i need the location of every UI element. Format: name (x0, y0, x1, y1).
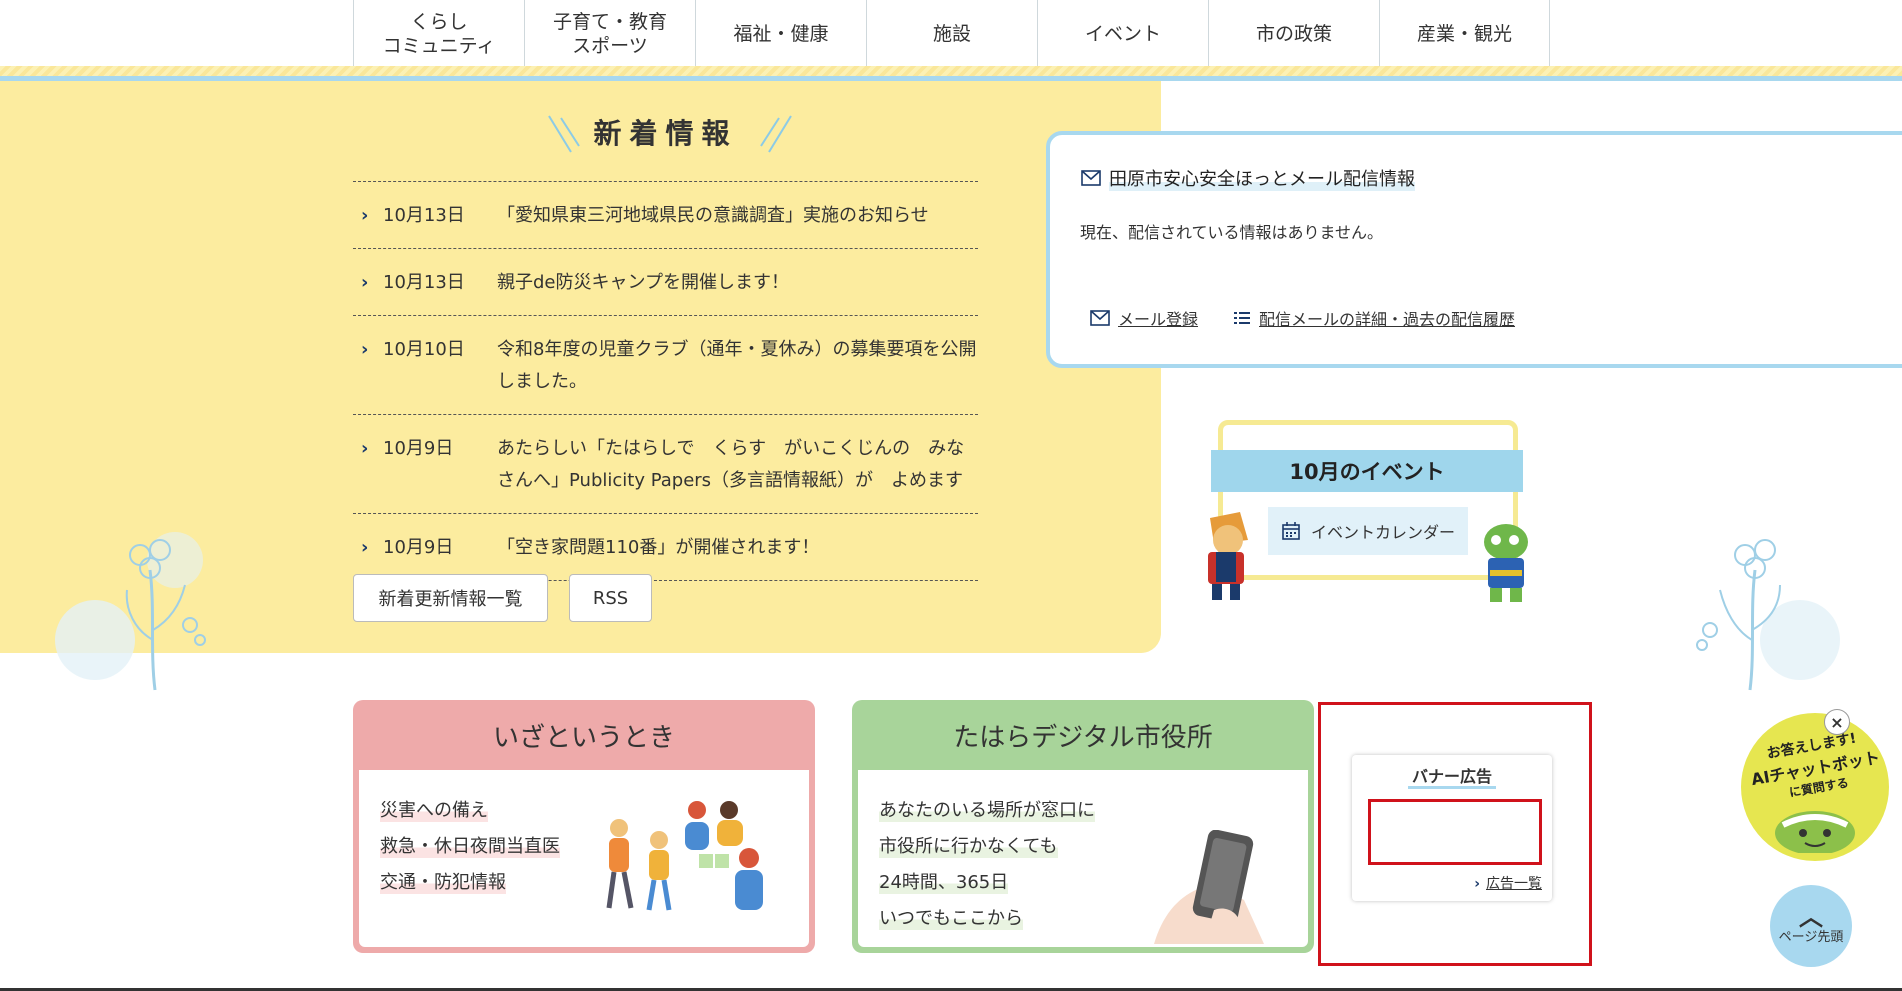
news-item[interactable]: › 10月9日 「空き家問題110番」が開催されます！ (353, 514, 978, 581)
news-item[interactable]: › 10月13日 親子de防災キャンプを開催します！ (353, 249, 978, 316)
chevron-right-icon: › (361, 438, 369, 459)
emergency-link-night-doctor[interactable]: 救急・休日夜間当直医 (380, 832, 560, 858)
banner-list-label: 広告一覧 (1486, 876, 1542, 892)
flower-decoration-left (55, 532, 206, 691)
chevron-up-icon: ︿ (1799, 902, 1823, 931)
mail-status-text: 現在、配信されている情報はありません。 (1080, 223, 1384, 242)
banner-ad-title: バナー広告 (1352, 763, 1552, 789)
title-accent-right-icon (760, 115, 792, 153)
digital-city-hall-card[interactable]: たはらデジタル市役所 あなたのいる場所が窓口に 市役所に行かなくても 24時間、… (852, 700, 1314, 953)
news-date: 10月10日 (383, 339, 465, 360)
mail-info-title-text: 田原市安心安全ほっとメール配信情報 (1109, 165, 1415, 191)
nav-label: 子育て・教育 (552, 11, 667, 33)
news-date: 10月9日 (383, 537, 454, 558)
flower-decoration-right (1696, 539, 1840, 691)
mail-register-link[interactable]: メール登録 (1090, 306, 1198, 330)
digital-line: あなたのいる場所が窓口に (879, 796, 1095, 822)
nav-item-living[interactable]: くらし コミュニティ (353, 0, 524, 68)
news-title: 新着情報 (593, 117, 738, 150)
nav-stripe-band (0, 66, 1902, 76)
emergency-card-body: 災害への備え 救急・休日夜間当直医 交通・防犯情報 (359, 770, 809, 947)
news-link[interactable]: あたらしい「たはらしで くらす がいこくじんの みなさんへ」Publicity … (497, 433, 978, 497)
nav-label: 施設 (932, 23, 971, 45)
nav-item-welfare[interactable]: 福祉・健康 (695, 0, 866, 68)
emergency-link-disaster[interactable]: 災害への備え (380, 796, 488, 822)
news-link[interactable]: 「愛知県東三河地域県民の意識調査」実施のお知らせ (497, 200, 978, 232)
nav-label: スポーツ (572, 35, 648, 57)
news-item[interactable]: › 10月10日 令和8年度の児童クラブ（通年・夏休み）の募集要項を公開しました… (353, 316, 978, 415)
digital-line: 市役所に行かなくても (879, 832, 1058, 858)
news-item[interactable]: › 10月13日 「愛知県東三河地域県民の意識調査」実施のお知らせ (353, 182, 978, 249)
mail-history-link[interactable]: 配信メールの詳細・過去の配信履歴 (1233, 306, 1515, 330)
event-box (1218, 420, 1518, 580)
smartphone-hand-illustration (1154, 830, 1264, 944)
page-top-button[interactable]: ︿ ページ先頭 (1770, 885, 1852, 967)
news-link[interactable]: 令和8年度の児童クラブ（通年・夏休み）の募集要項を公開しました。 (497, 334, 978, 398)
chevron-right-icon: › (361, 272, 369, 293)
nav-label: コミュニティ (382, 35, 496, 57)
chevron-right-icon: › (1474, 876, 1480, 892)
banner-ad-box: バナー広告 › 広告一覧 (1352, 755, 1552, 901)
nav-item-childcare[interactable]: 子育て・教育 スポーツ (524, 0, 695, 68)
digital-line: いつでもここから (879, 904, 1023, 930)
emergency-link-traffic[interactable]: 交通・防犯情報 (380, 868, 506, 894)
banner-ad-slot[interactable] (1368, 799, 1542, 865)
nav-label: 市の政策 (1255, 23, 1332, 45)
nav-label: くらし (410, 11, 468, 33)
nav-item-policy[interactable]: 市の政策 (1208, 0, 1379, 68)
nav-item-industry[interactable]: 産業・観光 (1379, 0, 1550, 68)
chevron-right-icon: › (361, 205, 369, 226)
digital-line: 24時間、365日 (879, 868, 1009, 894)
cabbage-mascot-icon (1775, 811, 1855, 853)
mail-register-label: メール登録 (1118, 310, 1199, 329)
rss-button[interactable]: RSS (569, 574, 652, 622)
news-list-button[interactable]: 新着更新情報一覧 (353, 574, 548, 622)
nav-item-facilities[interactable]: 施設 (866, 0, 1037, 68)
calendar-icon (1282, 522, 1300, 540)
nav-label: イベント (1084, 23, 1161, 45)
global-nav: くらし コミュニティ 子育て・教育 スポーツ 福祉・健康 施設 イベント 市の政策 … (353, 0, 1550, 68)
digital-card-body: あなたのいる場所が窓口に 市役所に行かなくても 24時間、365日 いつでもここ… (858, 770, 1308, 947)
envelope-icon (1081, 170, 1101, 186)
nav-item-events[interactable]: イベント (1037, 0, 1208, 68)
news-item[interactable]: › 10月9日 あたらしい「たはらしで くらす がいこくじんの みなさんへ」Pu… (353, 415, 978, 514)
chatbot-close-button[interactable]: × (1824, 709, 1850, 735)
mail-info-title: 田原市安心安全ほっとメール配信情報 (1081, 165, 1415, 191)
mascot-left-icon (1208, 512, 1248, 600)
page-top-label: ページ先頭 (1778, 929, 1844, 945)
news-link[interactable]: 「空き家問題110番」が開催されます！ (497, 532, 978, 564)
event-calendar-label: イベントカレンダー (1310, 523, 1455, 542)
mascot-right-icon (1484, 524, 1528, 602)
news-link[interactable]: 親子de防災キャンプを開催します！ (497, 267, 978, 299)
list-icon (1234, 312, 1250, 324)
chevron-right-icon: › (361, 537, 369, 558)
people-illustration (606, 801, 763, 911)
event-calendar-link[interactable]: イベントカレンダー (1268, 507, 1468, 555)
page: くらし コミュニティ 子育て・教育 スポーツ 福祉・健康 施設 イベント 市の政策 … (0, 0, 1902, 991)
news-list: › 10月13日 「愛知県東三河地域県民の意識調査」実施のお知らせ › 10月1… (353, 181, 978, 581)
emergency-card: いざというとき 災害への備え 救急・休日夜間当直医 交通・防犯情報 (353, 700, 815, 953)
nav-label: 福祉・健康 (733, 23, 829, 45)
emergency-card-title: いざというとき (492, 722, 675, 753)
mail-history-label: 配信メールの詳細・過去の配信履歴 (1259, 310, 1516, 329)
event-title: 10月のイベント (1211, 450, 1523, 492)
envelope-icon (1090, 310, 1110, 326)
banner-list-link[interactable]: › 広告一覧 (1474, 873, 1542, 893)
news-date: 10月13日 (383, 272, 465, 293)
news-date: 10月9日 (383, 438, 454, 459)
digital-card-title: たはらデジタル市役所 (953, 722, 1213, 753)
news-date: 10月13日 (383, 205, 465, 226)
nav-label: 産業・観光 (1416, 23, 1512, 45)
chevron-right-icon: › (361, 339, 369, 360)
banner-ad-title-text: バナー広告 (1407, 767, 1496, 789)
mail-info-box: 田原市安心安全ほっとメール配信情報 現在、配信されている情報はありません。 メー… (1046, 131, 1902, 368)
